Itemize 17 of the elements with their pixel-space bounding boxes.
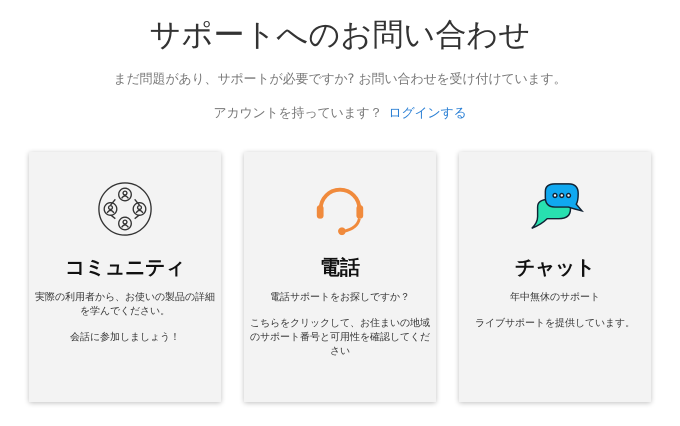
support-card[interactable]: コミュニティ 実際の利用者から、お使いの製品の詳細を学んでください。 会話に参加しましょう！ — [29, 152, 221, 402]
card-description: ライブサポートを提供しています。 — [475, 317, 635, 331]
card-description: 実際の利用者から、お使いの製品の詳細を学んでください。 — [35, 291, 215, 319]
login-link[interactable]: ログインする — [388, 104, 466, 122]
subtitle: まだ問題があり、サポートが必要ですか? お問い合わせを受け付けています。 — [113, 71, 567, 88]
card-description: 電話サポートをお探しですか？ — [270, 291, 410, 305]
card-title: 電話 — [320, 254, 360, 281]
card-description: 年中無休のサポート — [510, 291, 600, 305]
card-description: 会話に参加しましょう！ — [70, 331, 180, 345]
card-title: コミュニティ — [65, 254, 185, 281]
account-prompt: アカウントを持っています？ — [214, 105, 382, 122]
card-description: こちらをクリックして、お住まいの地域のサポート番号と可用性を確認してください — [250, 317, 430, 359]
support-card[interactable]: チャット 年中無休のサポート ライブサポートを提供しています。 — [459, 152, 651, 402]
card-title: チャット — [515, 254, 595, 281]
community-icon — [96, 180, 154, 238]
support-card[interactable]: 電話 電話サポートをお探しですか？ こちらをクリックして、お住まいの地域のサポート番号と可用性を確認してください — [244, 152, 436, 402]
page-title: サポートへのお問い合わせ — [150, 16, 530, 55]
